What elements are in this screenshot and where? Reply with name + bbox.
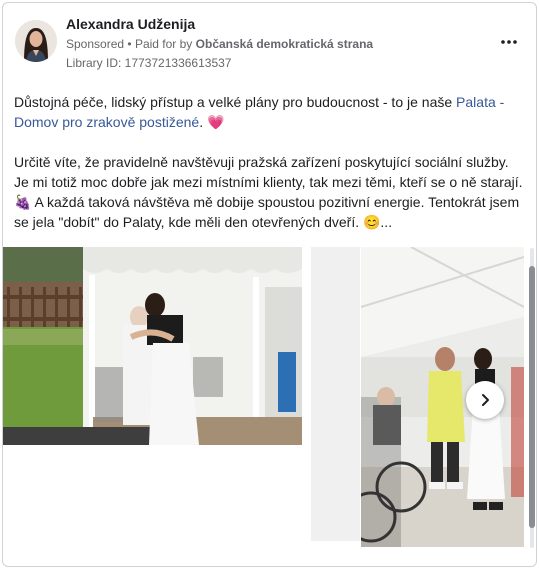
carousel-next-button[interactable] bbox=[466, 381, 504, 419]
separator-dot: • bbox=[127, 37, 132, 51]
more-horizontal-icon bbox=[501, 40, 517, 44]
avatar-photo bbox=[15, 20, 57, 62]
see-more-ellipsis[interactable]: ... bbox=[380, 214, 392, 230]
paragraph-text: Určitě víte, že pravidelně navštěvuji pr… bbox=[14, 154, 523, 190]
sponsorship-line: Sponsored • Paid for by Občanská demokra… bbox=[66, 37, 373, 51]
post-paragraph-2: Určitě víte, že pravidelně navštěvuji pr… bbox=[14, 152, 526, 232]
author-name[interactable]: Alexandra Udženija bbox=[66, 16, 195, 32]
carousel-gap bbox=[311, 247, 360, 541]
paid-for-by[interactable]: Občanská demokratická strana bbox=[196, 37, 373, 51]
photo-garden-hug bbox=[3, 247, 302, 445]
heart-emoji: 💗 bbox=[206, 114, 225, 130]
carousel-scrollbar[interactable] bbox=[528, 248, 536, 548]
scrollbar-thumb[interactable] bbox=[529, 266, 535, 528]
smile-emoji: 😊 bbox=[362, 214, 381, 230]
paragraph-text: . bbox=[199, 114, 207, 130]
paragraph-text: A každá taková návštěva mě dobije spoust… bbox=[14, 194, 520, 230]
ad-card: Alexandra Udženija Sponsored • Paid for … bbox=[2, 2, 537, 567]
sponsored-label: Sponsored bbox=[66, 37, 125, 51]
author-avatar[interactable] bbox=[15, 20, 57, 62]
chevron-right-icon bbox=[482, 394, 489, 406]
post-text: Důstojná péče, lidský přístup a velké pl… bbox=[14, 92, 526, 232]
more-options-button[interactable] bbox=[497, 32, 521, 52]
paragraph-text: Důstojná péče, lidský přístup a velké pl… bbox=[14, 94, 457, 110]
paid-for-prefix: Paid for by bbox=[134, 37, 193, 51]
grapes-emoji: 🍇 bbox=[14, 194, 32, 210]
post-paragraph-1: Důstojná péče, lidský přístup a velké pl… bbox=[14, 92, 526, 132]
carousel-image-1[interactable] bbox=[3, 247, 302, 445]
image-carousel bbox=[3, 244, 536, 550]
library-id: Library ID: 1773721336613537 bbox=[66, 56, 232, 70]
